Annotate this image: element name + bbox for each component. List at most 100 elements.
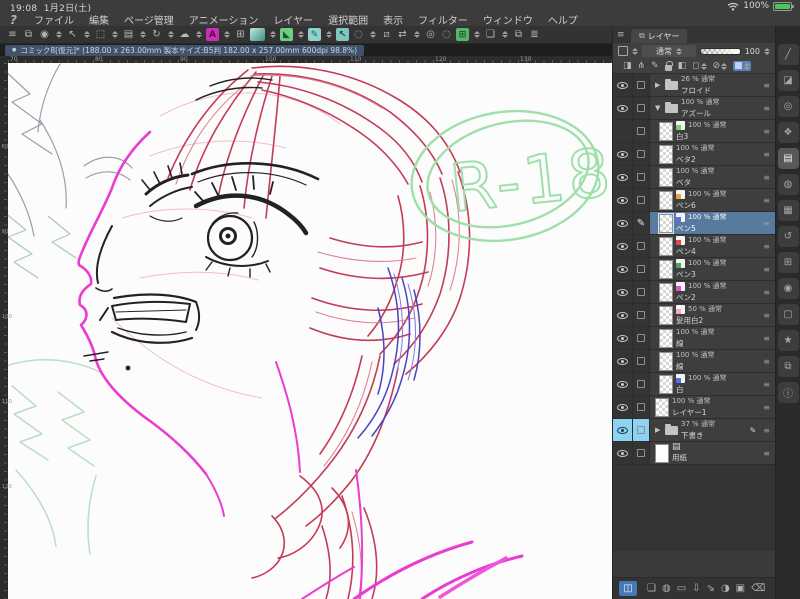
draft-layer-icon[interactable]: ✎	[651, 61, 659, 71]
lock-transparent-icon[interactable]: ◧	[678, 61, 687, 71]
layer-row[interactable]: 100 % 通常 白3 ≡	[613, 120, 775, 143]
opacity-slider[interactable]	[700, 47, 741, 55]
checkbox-cell[interactable]	[633, 350, 650, 372]
pen-panel-button[interactable]: ╱	[777, 44, 799, 65]
move-layer-icon[interactable]: ↖	[336, 28, 349, 41]
new-canvas-icon[interactable]: ⧉	[22, 28, 35, 41]
transfer-down-button[interactable]: ⇩	[692, 583, 700, 594]
layer-row-main[interactable]: 100 % 通常 ペン2 ≡	[650, 281, 775, 303]
chevron-updown-icon[interactable]	[166, 31, 175, 38]
layer-checkbox[interactable]	[637, 357, 645, 365]
snap-icon[interactable]: ◌	[440, 28, 453, 41]
layer-row-main[interactable]: ▶ 26 % 通常 フロイド ≡	[650, 74, 775, 96]
row-handle-icon[interactable]: ≡	[763, 242, 771, 251]
row-handle-icon[interactable]: ≡	[763, 403, 771, 412]
layer-checkbox[interactable]	[637, 334, 645, 342]
info-panel-button[interactable]: ⓘ	[777, 382, 799, 403]
checkbox-cell[interactable]	[633, 281, 650, 303]
layer-row[interactable]: ▤ 用紙 ≡	[613, 442, 775, 465]
layer-checkbox[interactable]	[637, 104, 645, 112]
layer-row[interactable]: 100 % 通常線 ≡	[613, 327, 775, 350]
main-menu-icon[interactable]: ≡	[6, 28, 19, 41]
layer-thumbnail[interactable]	[659, 259, 673, 279]
layer-row-main[interactable]: 100 % 通常 白3 ≡	[650, 120, 775, 142]
layer-mask-button[interactable]: ◑	[721, 583, 730, 594]
blend-mode-select[interactable]: 通常	[642, 45, 696, 57]
eye-icon[interactable]	[617, 173, 628, 181]
opacity-stepper[interactable]	[764, 47, 770, 55]
checkbox-cell[interactable]	[633, 327, 650, 349]
flip-horizontal-icon[interactable]: ⇄	[396, 28, 409, 41]
eye-icon[interactable]	[617, 334, 628, 342]
layer-row-main[interactable]: 100 % 通常 ペン3 ≡	[650, 258, 775, 280]
chevron-updown-icon[interactable]	[296, 31, 305, 38]
figure-tool-icon[interactable]: ◣	[280, 28, 293, 41]
checkbox-cell[interactable]	[633, 166, 650, 188]
layer-row[interactable]: 100 % 通常 ペン4 ≡	[613, 235, 775, 258]
checkbox-cell[interactable]	[633, 97, 650, 119]
layer-checkbox[interactable]	[637, 196, 645, 204]
menu-item[interactable]: 編集	[89, 12, 109, 27]
chevron-updown-icon[interactable]	[500, 31, 509, 38]
layer-checkbox[interactable]	[637, 81, 645, 89]
clip-studio-logo[interactable]: ?	[10, 13, 17, 27]
layer-checkbox[interactable]	[637, 150, 645, 158]
visibility-cell[interactable]	[613, 281, 633, 303]
layer-row-main[interactable]: 100 % 通常 ベタ ≡	[650, 166, 775, 188]
layer-row-main[interactable]: ▼ 100 % 通常 アズール ≡	[650, 97, 775, 119]
eye-icon[interactable]	[617, 288, 628, 296]
layer-checkbox[interactable]	[637, 311, 645, 319]
layer-checkbox[interactable]	[637, 288, 645, 296]
chevron-updown-icon[interactable]	[194, 31, 203, 38]
visibility-cell[interactable]	[613, 74, 633, 96]
eye-icon[interactable]	[617, 265, 628, 273]
layer-row[interactable]: 50 % 通常 髪用白2 ≡	[613, 304, 775, 327]
ruler-toggle-icon[interactable]: ⊘	[713, 61, 728, 71]
row-handle-icon[interactable]: ≡	[763, 426, 771, 435]
layer-checkbox[interactable]	[637, 127, 645, 135]
menu-item[interactable]: フィルター	[418, 12, 468, 27]
row-handle-icon[interactable]: ≡	[763, 219, 771, 228]
eye-icon[interactable]	[617, 104, 628, 112]
rotate-canvas-icon[interactable]: ↻	[150, 28, 163, 41]
eye-icon[interactable]	[617, 311, 628, 319]
row-handle-icon[interactable]: ≡	[763, 288, 771, 297]
lock-icon[interactable]	[664, 60, 673, 71]
layer-row[interactable]: 100 % 通常 ペン3 ≡	[613, 258, 775, 281]
layer-row-main[interactable]: 50 % 通常 髪用白2 ≡	[650, 304, 775, 326]
checkbox-cell[interactable]	[633, 304, 650, 326]
select-layer-icon[interactable]: ◎	[424, 28, 437, 41]
chevron-updown-icon[interactable]	[268, 31, 277, 38]
document-tab[interactable]: ● コミック8[復元]* (188.00 x 263.00mm 製本サイズ:B5…	[5, 44, 365, 56]
menu-item[interactable]: 表示	[383, 12, 403, 27]
navigator-panel-button[interactable]: ⊞	[777, 252, 799, 273]
visibility-cell[interactable]	[613, 189, 633, 211]
history-panel-button[interactable]: ↺	[777, 226, 799, 247]
layer-thumbnail[interactable]	[659, 236, 673, 256]
layer-row[interactable]: ▶ 26 % 通常 フロイド ≡	[613, 74, 775, 97]
row-handle-icon[interactable]: ≡	[763, 265, 771, 274]
eye-icon[interactable]	[617, 196, 628, 204]
layer-row-main[interactable]: ▤ 用紙 ≡	[650, 442, 775, 464]
mask-toggle-icon[interactable]: ◻	[692, 61, 707, 71]
row-handle-icon[interactable]: ≡	[763, 173, 771, 182]
apply-mask-button[interactable]: ▣	[736, 583, 745, 594]
layer-thumbnail[interactable]	[659, 328, 673, 348]
checkbox-cell[interactable]	[633, 143, 650, 165]
menu-item[interactable]: レイヤー	[273, 12, 313, 27]
eye-icon[interactable]	[617, 449, 628, 457]
layer-row[interactable]: 100 % 通常白 ≡	[613, 373, 775, 396]
new-layer-button[interactable]: ❏	[647, 583, 656, 594]
eye-icon[interactable]	[617, 403, 628, 411]
visibility-cell[interactable]	[613, 442, 633, 464]
grid-tool-icon[interactable]: ⊞	[456, 28, 469, 41]
layer-checkbox[interactable]	[637, 265, 645, 273]
layer-thumbnail[interactable]	[658, 212, 674, 234]
palette-layout-toggle[interactable]: ◫	[619, 581, 637, 596]
checkbox-cell[interactable]	[633, 120, 650, 142]
material-bag-icon[interactable]: ▤	[122, 28, 135, 41]
checkbox-cell[interactable]	[633, 396, 650, 418]
visibility-cell[interactable]	[613, 258, 633, 280]
layer-thumbnail[interactable]	[659, 374, 673, 394]
text-tool-icon[interactable]: A	[206, 28, 219, 41]
